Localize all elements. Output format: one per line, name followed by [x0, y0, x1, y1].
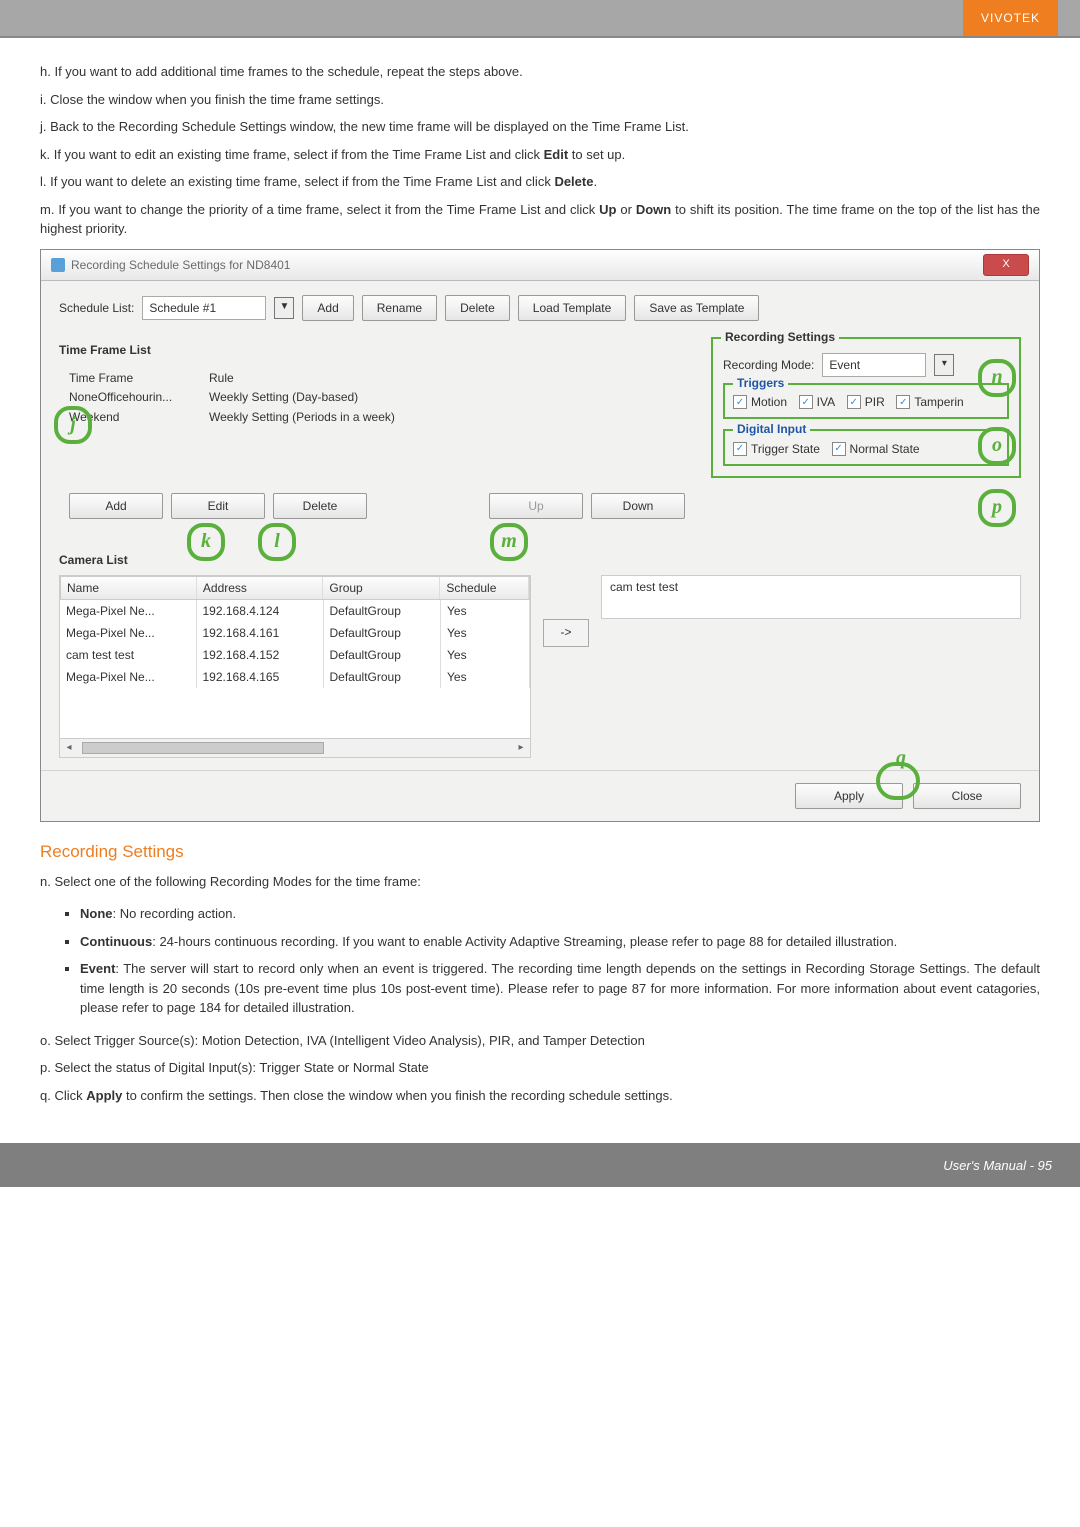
step-i: i. Close the window when you finish the … [40, 90, 1040, 110]
digital-input-title: Digital Input [733, 422, 810, 436]
content-area: h. If you want to add additional time fr… [0, 38, 1080, 1143]
step-p: p. Select the status of Digital Input(s)… [40, 1058, 1040, 1078]
page-number: User's Manual - 95 [943, 1158, 1052, 1173]
marker-k: k [187, 523, 225, 561]
add-schedule-button[interactable]: Add [302, 295, 353, 321]
marker-p: p [978, 489, 1016, 527]
tf-rule: Weekly Setting (Day-based) [209, 390, 685, 404]
step-n: n. Select one of the following Recording… [40, 872, 1040, 892]
tf-edit-button[interactable]: Edit [171, 493, 265, 519]
tf-down-button[interactable]: Down [591, 493, 685, 519]
mode-bullets: None: No recording action. Continuous: 2… [40, 904, 1040, 1018]
schedule-dropdown[interactable]: Schedule #1 [142, 296, 266, 320]
dropdown-arrow-icon[interactable]: ▼ [274, 297, 294, 319]
delete-schedule-button[interactable]: Delete [445, 295, 510, 321]
step-o: o. Select Trigger Source(s): Motion Dete… [40, 1031, 1040, 1051]
camera-scrollbar[interactable]: ◂ ▸ [60, 738, 530, 757]
marker-q: q [896, 747, 906, 770]
marker-o: o [978, 427, 1016, 465]
step-h: h. If you want to add additional time fr… [40, 62, 1040, 82]
triggers-title: Triggers [733, 376, 788, 390]
rename-button[interactable]: Rename [362, 295, 437, 321]
marker-m: m [490, 523, 528, 561]
normal-state-checkbox[interactable]: ✓Normal State [832, 442, 920, 456]
load-template-button[interactable]: Load Template [518, 295, 627, 321]
page-footer: User's Manual - 95 [0, 1143, 1080, 1187]
brand-label: VIVOTEK [963, 0, 1058, 36]
camera-row[interactable]: Mega-Pixel Ne...192.168.4.124DefaultGrou… [60, 600, 530, 622]
bullet-continuous: Continuous: 24-hours continuous recordin… [80, 932, 1040, 952]
camera-row[interactable]: Mega-Pixel Ne...192.168.4.165DefaultGrou… [60, 666, 530, 688]
window-title-bar: Recording Schedule Settings for ND8401 X [41, 250, 1039, 281]
tf-header-row: Time Frame Rule [69, 369, 685, 387]
time-frame-list-title: Time Frame List [59, 343, 695, 357]
tf-add-button[interactable]: Add [69, 493, 163, 519]
step-q: q. Click Apply to confirm the settings. … [40, 1086, 1040, 1106]
triggers-box: Triggers ✓Motion ✓IVA ✓PIR ✓Tamperin [723, 383, 1009, 420]
cam-col-name: Name [61, 577, 197, 599]
step-k: k. If you want to edit an existing time … [40, 145, 1040, 165]
bullet-event: Event: The server will start to record o… [80, 959, 1040, 1018]
time-frame-list: Time Frame Rule NoneOfficehourin... Week… [59, 365, 695, 535]
tf-col-rule: Rule [209, 371, 234, 385]
tf-delete-button[interactable]: Delete [273, 493, 367, 519]
marker-l: l [258, 523, 296, 561]
recording-mode-label: Recording Mode: [723, 358, 814, 372]
tf-up-button[interactable]: Up [489, 493, 583, 519]
tf-row[interactable]: Weekend Weekly Setting (Periods in a wee… [69, 407, 685, 427]
screenshot: Recording Schedule Settings for ND8401 X… [40, 249, 1040, 822]
recording-settings-heading: Recording Settings [40, 842, 1040, 862]
cam-col-address: Address [197, 577, 323, 599]
save-template-button[interactable]: Save as Template [634, 295, 759, 321]
recording-settings-title: Recording Settings [721, 330, 839, 344]
tf-action-row: Add Edit Delete Up Down [69, 487, 685, 525]
tf-rule: Weekly Setting (Periods in a week) [209, 410, 685, 424]
camera-row[interactable]: Mega-Pixel Ne...192.168.4.161DefaultGrou… [60, 622, 530, 644]
close-button[interactable]: Close [913, 783, 1021, 809]
cam-col-group: Group [323, 577, 440, 599]
recording-settings-box: Recording Settings Recording Mode: Event… [711, 337, 1021, 478]
digital-input-box: Digital Input ✓Trigger State ✓Normal Sta… [723, 429, 1009, 466]
scroll-thumb[interactable] [82, 742, 324, 754]
trigger-state-checkbox[interactable]: ✓Trigger State [733, 442, 820, 456]
iva-checkbox[interactable]: ✓IVA [799, 395, 835, 409]
page-header: VIVOTEK [0, 0, 1080, 38]
move-right-button[interactable]: -> [543, 619, 589, 647]
step-l: l. If you want to delete an existing tim… [40, 172, 1040, 192]
step-j: j. Back to the Recording Schedule Settin… [40, 117, 1040, 137]
window-close-button[interactable]: X [983, 254, 1029, 276]
recording-mode-dropdown[interactable]: Event [822, 353, 926, 377]
bullet-none: None: No recording action. [80, 904, 1040, 924]
window-title: Recording Schedule Settings for ND8401 [71, 258, 983, 272]
step-m: m. If you want to change the priority of… [40, 200, 1040, 239]
motion-checkbox[interactable]: ✓Motion [733, 395, 787, 409]
marker-j: j [54, 406, 92, 444]
tamper-checkbox[interactable]: ✓Tamperin [896, 395, 963, 409]
schedule-list-label: Schedule List: [59, 301, 134, 315]
dropdown-arrow-icon[interactable]: ▾ [934, 354, 954, 376]
camera-table: Name Address Group Schedule Mega-Pixel N… [59, 575, 531, 758]
scroll-right-icon[interactable]: ▸ [512, 742, 530, 753]
cam-col-schedule: Schedule [440, 577, 529, 599]
tf-name: NoneOfficehourin... [69, 390, 209, 404]
schedule-row: Schedule List: Schedule #1 ▼ Add Rename … [59, 295, 1021, 321]
app-icon [51, 258, 65, 272]
tf-row[interactable]: NoneOfficehourin... Weekly Setting (Day-… [69, 387, 685, 407]
pir-checkbox[interactable]: ✓PIR [847, 395, 885, 409]
camera-row[interactable]: cam test test192.168.4.152DefaultGroupYe… [60, 644, 530, 666]
scroll-left-icon[interactable]: ◂ [60, 742, 78, 753]
tf-col-timeframe: Time Frame [69, 371, 209, 385]
marker-n: n [978, 359, 1016, 397]
selected-camera-box: cam test test [601, 575, 1021, 619]
